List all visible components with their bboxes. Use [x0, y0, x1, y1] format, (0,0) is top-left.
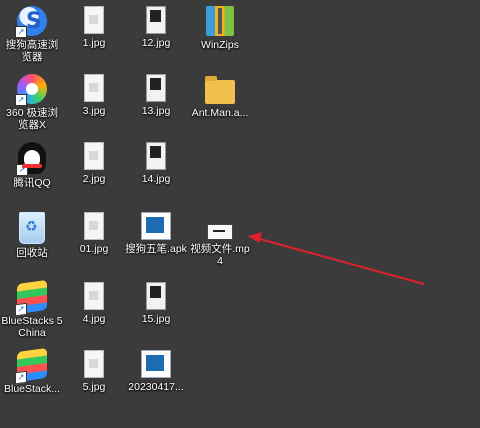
desktop-icon-20230417-file[interactable]: 20230417... — [124, 350, 188, 393]
video-file-icon — [207, 224, 233, 240]
desktop-icon-360-browser[interactable]: ↗ 360 极速浏览器X — [0, 74, 64, 131]
desktop-icon-jpg-5[interactable]: 5.jpg — [62, 350, 126, 393]
shortcut-arrow-icon: ↗ — [15, 370, 27, 385]
qq-penguin-icon: ↗ — [16, 142, 46, 176]
image-file-icon — [84, 282, 104, 310]
desktop-icon-jpg-14[interactable]: 14.jpg — [124, 142, 188, 185]
desktop-icon-jpg-4[interactable]: 4.jpg — [62, 282, 126, 325]
recycle-bin-icon — [19, 212, 45, 244]
sogou-browser-icon: ↗ — [15, 6, 47, 38]
desktop-icon-label: BlueStacks 5 China — [1, 315, 63, 339]
360-browser-icon: ↗ — [15, 74, 47, 106]
desktop-icon-bluestacks-multi[interactable]: ↗ BlueStack... — [0, 347, 64, 395]
desktop-icon-label: 20230417... — [128, 381, 184, 393]
desktop-icon-label: 搜狗高速浏览器 — [5, 39, 59, 63]
desktop-icon-winzips[interactable]: WinZips — [188, 6, 252, 51]
desktop-icon-label: 搜狗五笔.apk — [125, 243, 187, 255]
desktop-icon-label: 360 极速浏览器X — [6, 107, 58, 131]
desktop-icon-recycle-bin[interactable]: 回收站 — [0, 212, 64, 259]
image-file-icon — [84, 74, 104, 102]
desktop-icon-label: 12.jpg — [141, 37, 171, 49]
desktop-icon-jpg-12[interactable]: 12.jpg — [124, 6, 188, 49]
desktop-icon-video-mp4[interactable]: 视频文件.mp4 — [188, 212, 252, 267]
folder-icon — [205, 76, 235, 104]
image-file-icon — [84, 350, 104, 378]
desktop-icon-sogou-wubi-apk[interactable]: 搜狗五笔.apk — [124, 212, 188, 255]
desktop-icon-jpg-1[interactable]: 1.jpg — [62, 6, 126, 49]
desktop-icon-jpg-2[interactable]: 2.jpg — [62, 142, 126, 185]
desktop-icon-label: 13.jpg — [141, 105, 171, 117]
desktop-icon-label: 腾讯QQ — [13, 177, 51, 189]
bluestacks-icon: ↗ — [15, 347, 47, 385]
image-file-icon — [146, 142, 166, 170]
desktop-icon-label: 14.jpg — [141, 173, 171, 185]
desktop-icon-jpg-3[interactable]: 3.jpg — [62, 74, 126, 117]
desktop-icon-antman-folder[interactable]: Ant.Man.a... — [188, 74, 252, 119]
desktop-icon-label: 3.jpg — [82, 105, 106, 117]
winzip-icon — [206, 6, 234, 36]
desktop-icon-label: 15.jpg — [141, 313, 171, 325]
image-file-icon — [84, 142, 104, 170]
desktop-icon-label: 回收站 — [16, 247, 48, 259]
desktop-icon-label: 2.jpg — [82, 173, 106, 185]
image-file-icon — [146, 74, 166, 102]
desktop-icon-bluestacks-5[interactable]: ↗ BlueStacks 5 China — [0, 279, 64, 339]
desktop-icon-label: 1.jpg — [82, 37, 106, 49]
desktop-icon-label: 5.jpg — [82, 381, 106, 393]
desktop-icon-sogou-browser[interactable]: ↗ 搜狗高速浏览器 — [0, 6, 64, 63]
desktop-icon-jpg-15[interactable]: 15.jpg — [124, 282, 188, 325]
desktop-icon-jpg-01[interactable]: 01.jpg — [62, 212, 126, 255]
desktop-icon-label: WinZips — [201, 39, 239, 51]
apk-file-icon — [141, 212, 171, 240]
desktop-icon-label: 4.jpg — [82, 313, 106, 325]
image-file-icon — [84, 212, 104, 240]
shortcut-arrow-icon: ↗ — [16, 164, 28, 176]
bluestacks-icon: ↗ — [15, 279, 47, 317]
video-file-icon — [141, 350, 171, 378]
desktop-icon-label: 01.jpg — [79, 243, 109, 255]
image-file-icon — [146, 6, 166, 34]
shortcut-arrow-icon: ↗ — [15, 94, 27, 106]
arrow-shaft — [255, 237, 425, 285]
desktop-icon-label: BlueStack... — [3, 383, 61, 395]
desktop-icon-qq[interactable]: ↗ 腾讯QQ — [0, 142, 64, 189]
shortcut-arrow-icon: ↗ — [15, 26, 27, 38]
image-file-icon — [146, 282, 166, 310]
desktop-icon-label: Ant.Man.a... — [191, 107, 249, 119]
desktop-icon-label: 视频文件.mp4 — [190, 243, 250, 267]
desktop-icon-jpg-13[interactable]: 13.jpg — [124, 74, 188, 117]
image-file-icon — [84, 6, 104, 34]
shortcut-arrow-icon: ↗ — [15, 302, 27, 317]
